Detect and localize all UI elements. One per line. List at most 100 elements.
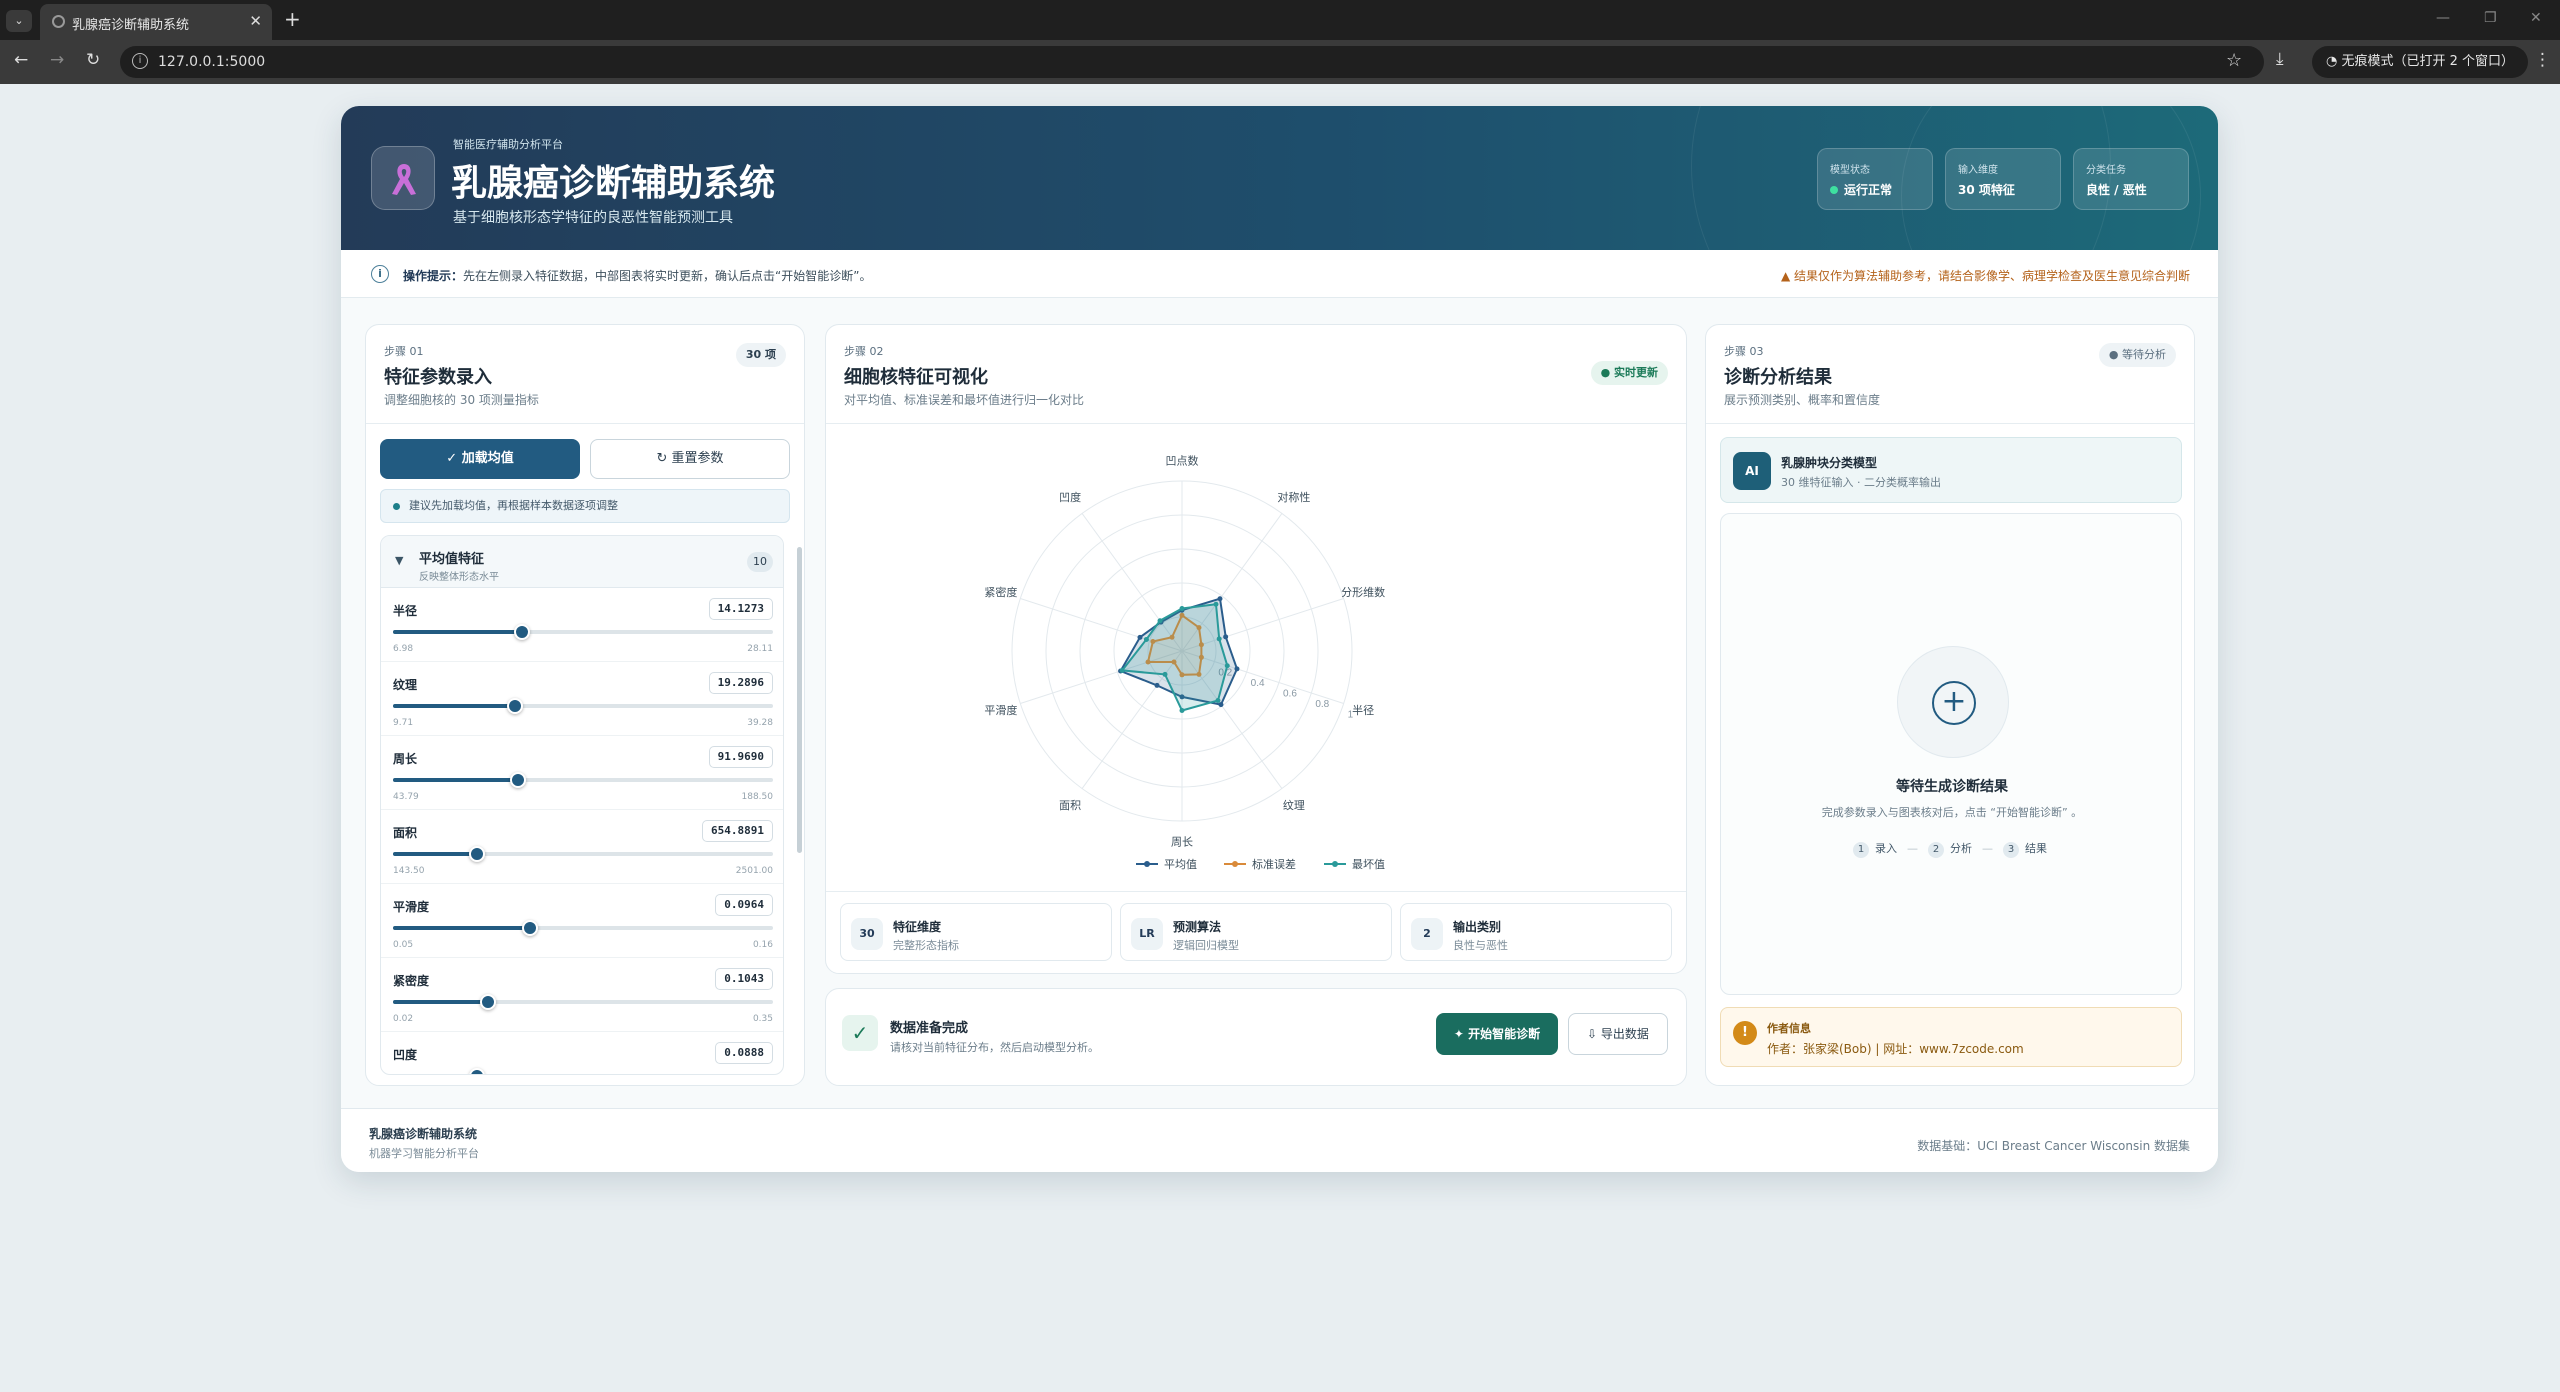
feature-slider[interactable]	[393, 994, 773, 1010]
site-info-icon[interactable]: i	[132, 53, 148, 69]
feature-slider[interactable]	[393, 624, 773, 640]
flow-step-3: 结果	[2025, 842, 2047, 855]
radar-axis-label: 面积	[1059, 799, 1081, 812]
feature-slider[interactable]	[393, 920, 773, 936]
feature-label: 凹度	[393, 1048, 418, 1062]
forward-icon[interactable]: →	[50, 50, 64, 70]
load-mean-button[interactable]: ✓ 加载均值	[380, 439, 580, 479]
feature-row: 周长 91.9690 43.79 188.50	[381, 736, 783, 810]
browser-tab[interactable]: 乳腺癌诊断辅助系统 ✕	[40, 4, 272, 40]
url-input[interactable]: i 127.0.0.1:5000	[120, 46, 2264, 78]
tab-close-icon[interactable]: ✕	[249, 12, 262, 30]
warning-text: ▲ 结果仅作为算法辅助参考，请结合影像学、病理学检查及医生意见综合判断	[1781, 267, 2190, 284]
model-desc: 30 维特征输入 · 二分类概率输出	[1781, 476, 1941, 489]
restore-button[interactable]: ❐	[2484, 10, 2497, 26]
header-kicker: 智能医疗辅助分析平台	[453, 138, 563, 151]
bookmark-star-icon[interactable]: ☆	[2226, 50, 2242, 71]
back-icon[interactable]: ←	[14, 50, 28, 70]
feature-slider[interactable]	[393, 772, 773, 788]
slider-min: 0.02	[393, 1014, 414, 1024]
stat-value: 良性 / 恶性	[2086, 183, 2147, 197]
legend-marker	[1332, 861, 1338, 867]
reset-button[interactable]: ↻ 重置参数	[590, 439, 790, 479]
slider-thumb[interactable]	[514, 624, 531, 640]
export-label: 导出数据	[1600, 1027, 1649, 1041]
feature-label: 半径	[393, 604, 418, 618]
feature-value-input[interactable]: 654.8891	[702, 820, 773, 842]
radar-point	[1157, 618, 1163, 624]
slider-thumb[interactable]	[480, 994, 496, 1010]
radar-point	[1179, 606, 1185, 611]
radar-axis-label: 平滑度	[984, 703, 1017, 717]
slider-thumb[interactable]	[510, 772, 527, 788]
ai-icon: AI	[1733, 452, 1771, 490]
radar-point	[1217, 596, 1223, 602]
radar-point	[1223, 634, 1229, 640]
feature-value-input[interactable]: 0.1043	[715, 968, 773, 990]
model-card: AI 乳腺肿块分类模型 30 维特征输入 · 二分类概率输出	[1720, 437, 2182, 503]
feature-value-input[interactable]: 91.9690	[708, 746, 773, 768]
radar-tick-label: 1	[1348, 710, 1354, 721]
feature-slider[interactable]	[468, 1068, 485, 1074]
panel-title: 细胞核特征可视化	[844, 367, 988, 388]
radar-point	[1218, 702, 1224, 708]
reload-icon[interactable]: ↻	[86, 50, 100, 70]
feature-label: 纹理	[393, 678, 418, 692]
radar-axis-label: 紧密度	[984, 585, 1017, 599]
browser-menu-icon[interactable]: ⋮	[2534, 50, 2551, 70]
feature-value-input[interactable]: 0.0888	[715, 1042, 773, 1064]
radar-point	[1215, 698, 1221, 704]
feature-slider[interactable]	[393, 846, 773, 862]
group-header-mean[interactable]: ▼ 平均值特征 反映整体形态水平 10	[381, 536, 783, 588]
slider-thumb[interactable]	[468, 1068, 485, 1074]
feature-row: 纹理 19.2896 9.71 39.28	[381, 662, 783, 736]
feature-list: ▼ 平均值特征 反映整体形态水平 10 半径 14.1273 6.98 28.11 纹理…	[380, 535, 784, 1075]
footer-subtitle: 机器学习智能分析平台	[369, 1147, 479, 1160]
radar-axis-label: 分形维数	[1341, 586, 1385, 599]
stat-icon: 30	[851, 918, 883, 950]
minimize-button[interactable]: —	[2436, 10, 2450, 26]
browser-tab-bar: ⌄ 乳腺癌诊断辅助系统 ✕ + — ❐ ✕	[0, 0, 2560, 40]
input-dimension-card: 输入维度 30 项特征	[1945, 148, 2061, 210]
slider-thumb[interactable]	[506, 698, 523, 714]
address-bar-row: ← → ↻ i 127.0.0.1:5000 ☆ ⤓ ◔ 无痕模式（已打开 2 …	[0, 40, 2560, 84]
tab-search-button[interactable]: ⌄	[6, 10, 32, 32]
start-diagnosis-button[interactable]: ✦ 开始智能诊断	[1436, 1013, 1558, 1055]
footer: 乳腺癌诊断辅助系统 机器学习智能分析平台 数据基础：UCI Breast Can…	[341, 1108, 2218, 1172]
feature-value-input[interactable]: 19.2896	[708, 672, 773, 694]
new-tab-button[interactable]: +	[284, 7, 301, 31]
step-label: 步骤 01	[384, 345, 424, 358]
divider	[826, 891, 1686, 892]
radar-axis-label: 半径	[1352, 703, 1374, 717]
slider-min: 6.98	[393, 644, 414, 654]
radar-axis-label: 凹点数	[1166, 455, 1199, 468]
slider-fill	[393, 630, 523, 634]
radar-point	[1137, 634, 1143, 640]
hint-box: 建议先加载均值，再根据样本数据逐项调整	[380, 489, 790, 523]
slider-thumb[interactable]	[468, 846, 485, 862]
tips-body: 先在左侧录入特征数据，中部图表将实时更新，确认后点击“开始智能诊断”。	[463, 269, 872, 283]
slider-fill	[393, 778, 519, 782]
step-label: 步骤 03	[1724, 345, 1764, 358]
feature-list-scrollbar[interactable]	[797, 547, 802, 853]
feature-slider[interactable]	[393, 698, 773, 714]
slider-thumb[interactable]	[521, 920, 538, 936]
collapse-caret-icon[interactable]: ▼	[395, 554, 403, 567]
tab-title: 乳腺癌诊断辅助系统	[72, 18, 190, 33]
export-button[interactable]: ⇩ 导出数据	[1568, 1013, 1668, 1055]
radar-tick-label: 0.4	[1251, 678, 1265, 689]
slider-max: 188.50	[741, 792, 774, 802]
feature-value-input[interactable]: 14.1273	[708, 598, 773, 620]
feature-row: 半径 14.1273 6.98 28.11	[381, 588, 783, 662]
window-close-button[interactable]: ✕	[2530, 10, 2542, 26]
tips-text: 操作提示：先在左侧录入特征数据，中部图表将实时更新，确认后点击“开始智能诊断”。	[403, 267, 871, 284]
radar-point	[1234, 666, 1240, 672]
incognito-indicator[interactable]: ◔ 无痕模式（已打开 2 个窗口）	[2312, 46, 2529, 78]
feature-value-input[interactable]: 0.0964	[715, 894, 773, 916]
url-text: 127.0.0.1:5000	[158, 54, 266, 70]
ribbon-icon	[392, 164, 416, 195]
download-icon[interactable]: ⤓	[2276, 49, 2284, 69]
slider-min: 0.05	[393, 940, 414, 950]
group-subtitle: 反映整体形态水平	[419, 572, 499, 583]
radar-axis-label: 纹理	[1283, 798, 1305, 812]
